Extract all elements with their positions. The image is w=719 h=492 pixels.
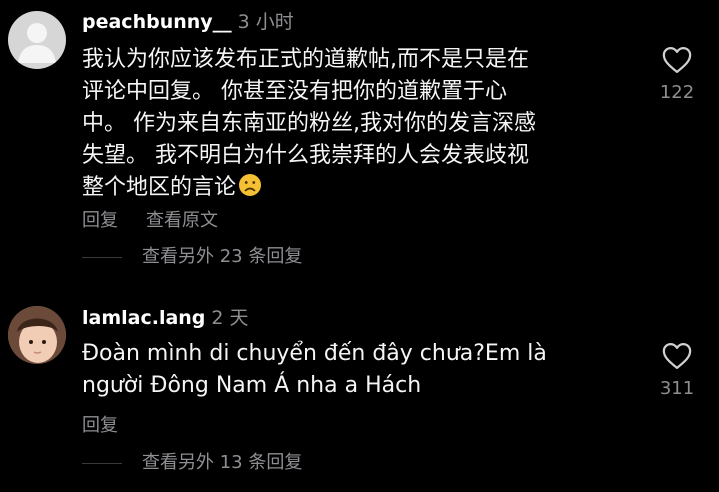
like-count: 311 [659, 378, 695, 399]
comment-2: lamlac.lang 2 天 Đoàn mình di chuyển đến đ… [0, 0, 719, 492]
like-group: 311 [647, 342, 707, 399]
view-more-replies[interactable]: 查看另外 13 条回复 [82, 448, 302, 474]
comment-actions: 回复 [82, 411, 146, 437]
timestamp: 2 天 [211, 307, 249, 329]
username[interactable]: lamlac.lang [82, 307, 205, 329]
comment-line: Đoàn mình di chuyển đến đây chưa?Em là [82, 341, 547, 366]
avatar-user-photo[interactable] [8, 306, 66, 364]
heart-outline-icon[interactable] [662, 342, 692, 370]
reply-button[interactable]: 回复 [82, 415, 118, 436]
comment-line: người Đông Nam Á nha a Hách [82, 373, 422, 398]
comment-text: Đoàn mình di chuyển đến đây chưa?Em là n… [82, 338, 547, 402]
comment-header: lamlac.lang 2 天 [82, 306, 249, 330]
profile-photo-icon [8, 306, 66, 364]
